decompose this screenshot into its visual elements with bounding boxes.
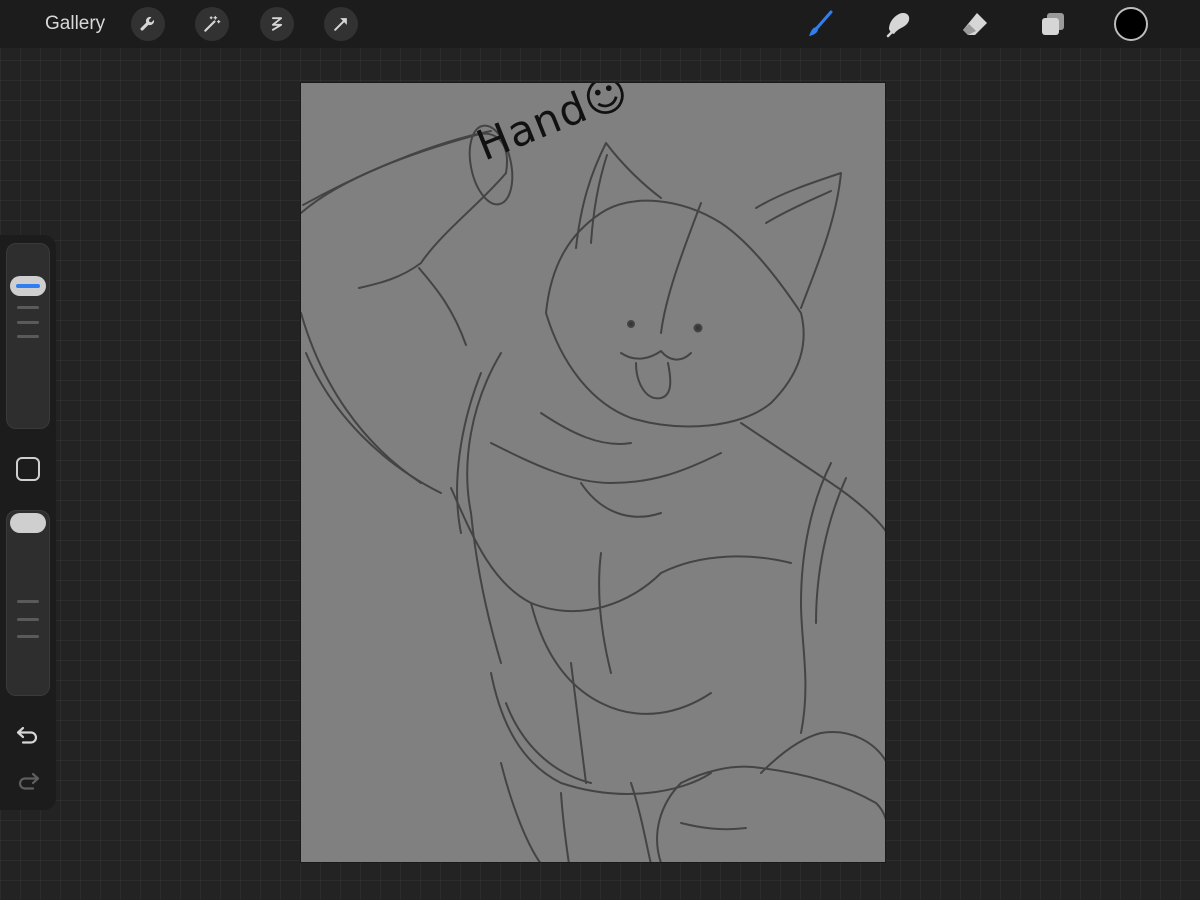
eraser-icon bbox=[963, 13, 987, 35]
slider-tick bbox=[17, 321, 39, 324]
selection-s-icon bbox=[271, 17, 283, 31]
gallery-button[interactable]: Gallery bbox=[45, 12, 105, 36]
color-picker[interactable] bbox=[1114, 7, 1148, 41]
layers-icon bbox=[1042, 13, 1064, 35]
undo-button[interactable] bbox=[14, 721, 42, 749]
slider-tick bbox=[17, 306, 39, 309]
smudge-icon bbox=[886, 13, 910, 38]
slider-tick bbox=[17, 618, 39, 621]
slider-tick bbox=[17, 635, 39, 638]
selection-button[interactable] bbox=[260, 7, 294, 41]
redo-button[interactable] bbox=[14, 767, 42, 795]
brush-icon bbox=[809, 10, 833, 36]
sidebar bbox=[0, 235, 56, 810]
modify-button[interactable] bbox=[16, 457, 40, 481]
slider-tick bbox=[17, 335, 39, 338]
layers-tool[interactable] bbox=[1035, 6, 1071, 42]
brush-tool[interactable] bbox=[802, 6, 838, 42]
arrow-cursor-icon bbox=[334, 18, 347, 31]
brush-opacity-slider[interactable] bbox=[6, 510, 50, 696]
brush-opacity-thumb[interactable] bbox=[10, 513, 46, 533]
slider-tick bbox=[17, 600, 39, 603]
smudge-tool[interactable] bbox=[880, 6, 916, 42]
brush-size-thumb[interactable] bbox=[10, 276, 46, 296]
sketch-drawing bbox=[301, 124, 885, 862]
magic-wand-icon bbox=[204, 15, 221, 32]
eraser-tool[interactable] bbox=[957, 6, 993, 42]
actions-button[interactable] bbox=[131, 7, 165, 41]
size-indicator bbox=[16, 284, 40, 288]
transform-button[interactable] bbox=[324, 7, 358, 41]
undo-icon bbox=[16, 726, 38, 744]
top-toolbar: Gallery bbox=[0, 0, 1200, 48]
redo-icon bbox=[18, 772, 40, 790]
wrench-icon bbox=[140, 16, 155, 31]
brush-size-slider[interactable] bbox=[6, 243, 50, 429]
drawing-canvas[interactable]: Hand☺ bbox=[300, 82, 886, 863]
adjustments-button[interactable] bbox=[195, 7, 229, 41]
